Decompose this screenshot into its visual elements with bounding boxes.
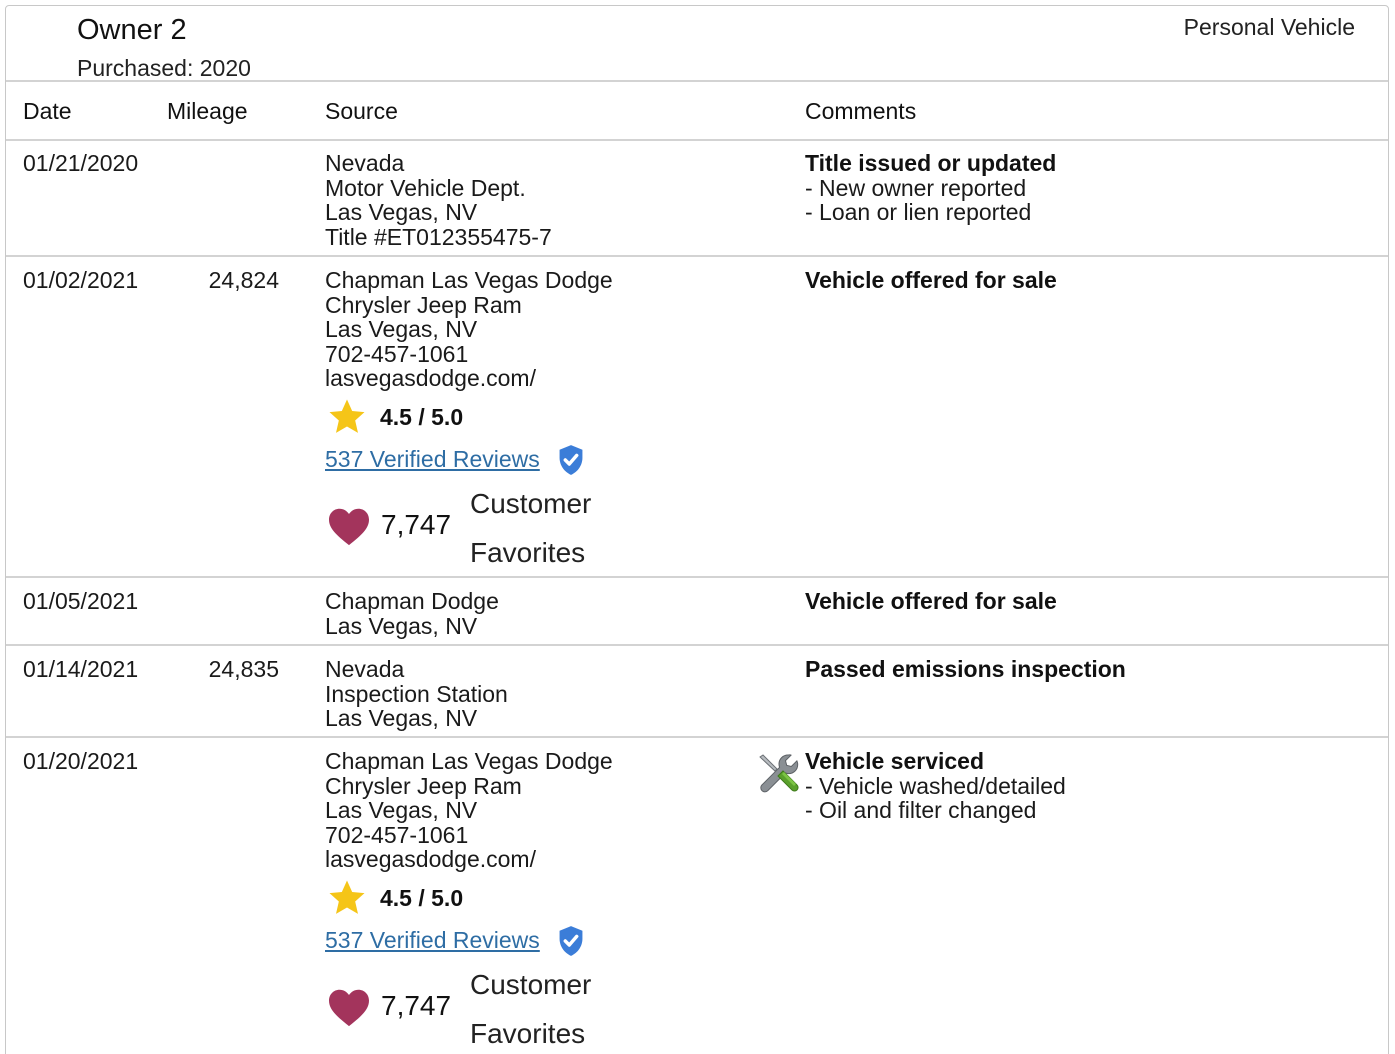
- source-line: Las Vegas, NV: [325, 797, 478, 823]
- row-source: Chapman Dodge Las Vegas, NV: [325, 589, 499, 638]
- source-line: Las Vegas, NV: [325, 612, 478, 639]
- favorites-count: 7,747: [381, 508, 452, 540]
- table-row: 01/14/2021 24,835 Nevada Inspection Stat…: [6, 647, 1388, 738]
- owner-header: Owner 2 Purchased: 2020 Personal Vehicle: [6, 6, 1388, 82]
- row-comments: Title issued or updated - New owner repo…: [805, 151, 1056, 225]
- customer-favorites: 7,747 Customer Favorites: [325, 479, 613, 577]
- dealer-website: lasvegasdodge.com/: [325, 365, 536, 391]
- row-date: 01/02/2021: [23, 267, 139, 293]
- verified-shield-icon: [559, 444, 583, 475]
- dealer-name: Chapman Las Vegas Dodge: [325, 748, 613, 774]
- source-line: Title #ET012355475-7: [325, 223, 552, 250]
- comment-item: - Loan or lien reported: [805, 199, 1032, 225]
- row-comments: Vehicle offered for sale: [805, 589, 1057, 614]
- row-mileage: 24,824: [208, 267, 279, 293]
- dealer-rating: 4.5 / 5.0: [325, 397, 613, 437]
- source-line: Nevada: [325, 150, 405, 176]
- source-line: Las Vegas, NV: [325, 199, 478, 225]
- dealer-phone: 702-457-1061: [325, 340, 469, 367]
- comment-title: Title issued or updated: [805, 150, 1057, 176]
- source-line: Nevada: [325, 656, 405, 682]
- heart-icon: [329, 989, 369, 1026]
- star-icon: [329, 880, 365, 914]
- rating-value: 4.5 / 5.0: [380, 884, 464, 911]
- tools-icon: [759, 754, 799, 793]
- table-row: 01/21/2020 Nevada Motor Vehicle Dept. La…: [6, 141, 1388, 257]
- favorites-label: Customer Favorites: [470, 487, 592, 568]
- source-line: Chapman Dodge: [325, 588, 499, 614]
- favorites-count: 7,747: [381, 989, 452, 1021]
- row-source: Chapman Las Vegas Dodge Chrysler Jeep Ra…: [325, 749, 613, 1054]
- table-row: 01/20/2021 Chapman Las Vegas Dodge Chrys…: [6, 739, 1388, 1054]
- column-header-date: Date: [23, 98, 72, 124]
- row-date: 01/21/2020: [23, 150, 139, 176]
- source-line: Inspection Station: [325, 680, 508, 707]
- table-row: 01/02/2021 24,824 Chapman Las Vegas Dodg…: [6, 258, 1388, 578]
- owner-history-card: Owner 2 Purchased: 2020 Personal Vehicle…: [5, 5, 1389, 1054]
- owner-purchased-year: Purchased: 2020: [77, 55, 251, 81]
- source-line: Chrysler Jeep Ram: [325, 772, 522, 799]
- comment-item: - Vehicle washed/detailed: [805, 772, 1066, 799]
- verified-reviews: 537 Verified Reviews: [325, 439, 613, 479]
- vehicle-type-label: Personal Vehicle: [1183, 14, 1355, 40]
- row-date: 01/14/2021: [23, 656, 139, 682]
- verified-reviews: 537 Verified Reviews: [325, 920, 613, 960]
- comment-item: - New owner reported: [805, 174, 1027, 201]
- verified-shield-icon: [559, 925, 583, 956]
- comment-title: Vehicle serviced: [805, 748, 985, 774]
- row-source: Chapman Las Vegas Dodge Chrysler Jeep Ra…: [325, 268, 613, 577]
- dealer-phone: 702-457-1061: [325, 821, 469, 848]
- table-row: 01/05/2021 Chapman Dodge Las Vegas, NV V…: [6, 579, 1388, 646]
- row-date: 01/05/2021: [23, 588, 139, 614]
- heart-icon: [329, 508, 369, 545]
- column-header-comments: Comments: [805, 98, 917, 124]
- source-line: Las Vegas, NV: [325, 705, 478, 731]
- rating-value: 4.5 / 5.0: [380, 403, 464, 430]
- comment-title: Vehicle offered for sale: [805, 267, 1057, 293]
- dealer-name: Chapman Las Vegas Dodge: [325, 267, 613, 293]
- verified-reviews-link[interactable]: 537 Verified Reviews: [325, 927, 540, 953]
- comment-item: - Oil and filter changed: [805, 797, 1037, 823]
- row-mileage: 24,835: [208, 656, 279, 682]
- row-source: Nevada Inspection Station Las Vegas, NV: [325, 657, 508, 731]
- source-line: Chrysler Jeep Ram: [325, 291, 522, 318]
- favorites-label: Customer Favorites: [470, 968, 592, 1049]
- comment-title: Vehicle offered for sale: [805, 588, 1057, 614]
- source-line: Las Vegas, NV: [325, 316, 478, 342]
- row-comments: Passed emissions inspection: [805, 657, 1126, 682]
- row-source: Nevada Motor Vehicle Dept. Las Vegas, NV…: [325, 151, 552, 249]
- row-date: 01/20/2021: [23, 748, 139, 774]
- customer-favorites: 7,747 Customer Favorites: [325, 960, 613, 1054]
- row-comments: Vehicle serviced - Vehicle washed/detail…: [805, 749, 1066, 823]
- history-table-header: Date Mileage Source Comments: [6, 82, 1388, 141]
- column-header-mileage: Mileage: [167, 98, 248, 124]
- dealer-rating: 4.5 / 5.0: [325, 878, 613, 918]
- comment-title: Passed emissions inspection: [805, 656, 1126, 682]
- owner-title: Owner 2: [77, 14, 187, 46]
- source-line: Motor Vehicle Dept.: [325, 174, 526, 201]
- column-header-source: Source: [325, 98, 398, 124]
- star-icon: [329, 399, 365, 433]
- verified-reviews-link[interactable]: 537 Verified Reviews: [325, 446, 540, 472]
- row-comments: Vehicle offered for sale: [805, 268, 1057, 293]
- dealer-website: lasvegasdodge.com/: [325, 846, 536, 872]
